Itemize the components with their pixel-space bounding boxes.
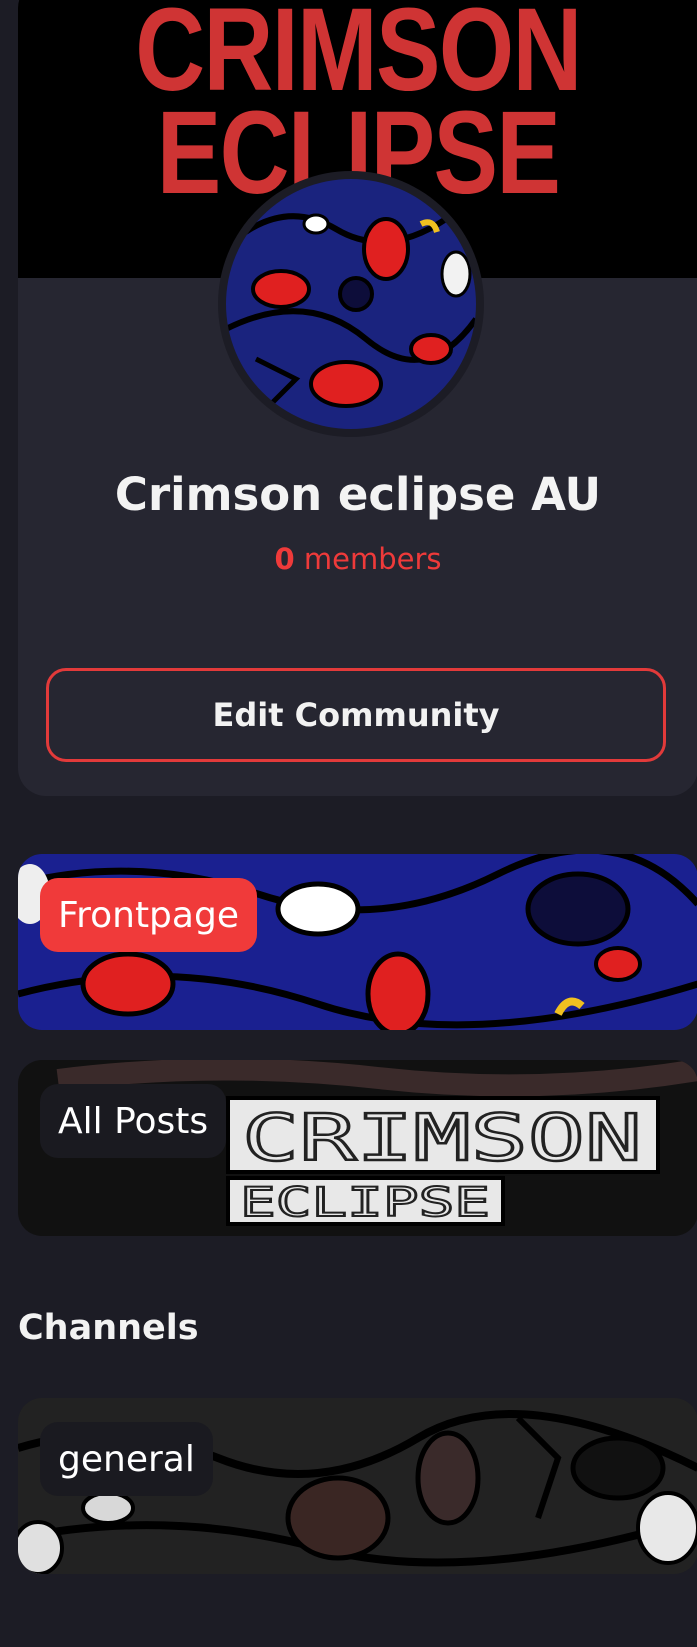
all-posts-label: All Posts — [40, 1084, 227, 1158]
all-posts-card[interactable]: CRIMSON ECLIPSE All Posts — [18, 1060, 697, 1236]
member-count-label: members — [303, 542, 442, 576]
all-posts-image-text-line2: ECLIPSE — [240, 1180, 490, 1226]
banner-title-line1: CRIMSON — [135, 0, 582, 116]
channel-card-general[interactable]: general — [18, 1398, 697, 1574]
community-header-card: CRIMSON ECLIPSE Crimson eclipse AU 0 mem… — [18, 0, 697, 796]
community-name: Crimson eclipse AU — [114, 468, 602, 521]
channel-label-general: general — [40, 1422, 213, 1496]
edit-community-button[interactable]: Edit Community — [46, 668, 666, 762]
member-count[interactable]: 0 members — [18, 542, 697, 576]
member-count-number: 0 — [274, 542, 295, 576]
community-avatar[interactable] — [218, 171, 484, 437]
frontpage-card[interactable]: Frontpage — [18, 854, 697, 1030]
channels-heading: Channels — [18, 1308, 199, 1348]
all-posts-image-text-line1: CRIMSON — [242, 1102, 642, 1176]
frontpage-label: Frontpage — [40, 878, 257, 952]
avatar-artwork — [226, 179, 476, 429]
